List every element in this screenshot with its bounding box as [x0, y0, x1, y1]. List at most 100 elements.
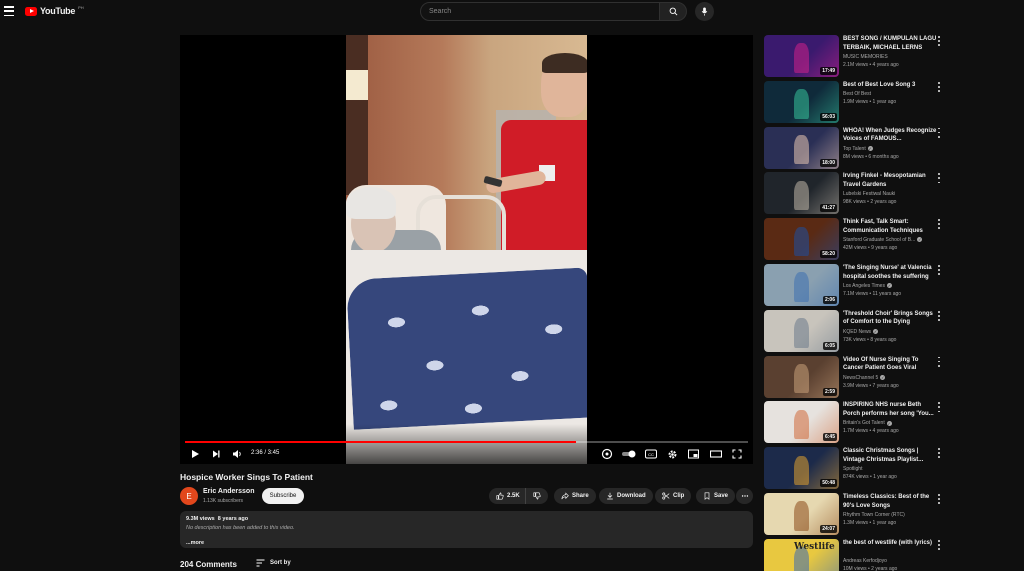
theater-mode-button[interactable]	[710, 448, 722, 460]
recommended-video[interactable]: 17:49 BEST SONG / KUMPULAN LAGU TERBAIK,…	[764, 35, 944, 77]
recommended-channel-name[interactable]: Lubelski Festiwal Nauki	[843, 191, 895, 197]
channel-avatar[interactable]: E	[180, 487, 198, 505]
recommended-video-title[interactable]: Timeless Classics: Best of the 90's Love…	[843, 493, 937, 510]
recommended-video-title[interactable]: 'Threshold Choir' Brings Songs of Comfor…	[843, 310, 937, 327]
more-vertical-icon[interactable]	[936, 539, 942, 550]
recommended-video-title[interactable]: Think Fast, Talk Smart: Communication Te…	[843, 218, 937, 235]
recommended-video[interactable]: 41:27 Irving Finkel - Mesopotamian Trave…	[764, 172, 944, 215]
play-button[interactable]	[190, 448, 200, 460]
progress-bar[interactable]	[185, 441, 748, 443]
more-vertical-icon[interactable]	[936, 310, 942, 321]
subscribe-button[interactable]: Subscribe	[262, 488, 304, 504]
recommended-channel-name[interactable]: Andreas Kerfodjoyo	[843, 558, 887, 564]
recommended-video[interactable]: 24:07 Timeless Classics: Best of the 90'…	[764, 493, 944, 535]
dislike-button[interactable]	[525, 488, 548, 504]
miniplayer-button[interactable]	[688, 448, 699, 460]
recommended-channel-name[interactable]: Rhythm Town Corner (RTC)	[843, 512, 905, 518]
clip-label: Clip	[673, 493, 685, 499]
video-thumbnail[interactable]: 24:07	[764, 493, 839, 535]
search-button[interactable]	[659, 2, 687, 21]
fullscreen-button[interactable]	[732, 448, 742, 460]
menu-icon[interactable]	[4, 6, 14, 16]
recommended-video-title[interactable]: INSPIRING NHS nurse Beth Porch performs …	[843, 401, 937, 418]
more-vertical-icon[interactable]	[936, 494, 942, 504]
video-thumbnail[interactable]: 2:59	[764, 355, 839, 398]
more-vertical-icon[interactable]	[936, 265, 942, 275]
voice-search-button[interactable]	[695, 2, 714, 21]
channel-label: Britain's Got Talent	[843, 420, 885, 427]
more-vertical-icon[interactable]	[936, 173, 942, 184]
recommended-video[interactable]: 2:59 Video Of Nurse Singing To Cancer Pa…	[764, 355, 944, 398]
youtube-logo[interactable]: YouTube PH	[25, 5, 84, 16]
view-count: 874K views	[843, 474, 869, 481]
more-vertical-icon[interactable]	[936, 356, 942, 367]
show-more-link[interactable]: ...more	[186, 540, 204, 546]
recommended-video[interactable]: 58:20 Think Fast, Talk Smart: Communicat…	[764, 218, 944, 261]
recommended-channel-name[interactable]: Los Angeles Times ✓	[843, 283, 892, 289]
volume-icon	[233, 450, 241, 458]
recommended-channel-name[interactable]: MUSIC MEMORIES	[843, 54, 888, 60]
like-button[interactable]: 2.5K	[489, 488, 526, 504]
channel-name[interactable]: Eric Andersson	[203, 488, 254, 495]
recommended-channel-name[interactable]: Top Talent ✓	[843, 146, 873, 152]
video-thumbnail[interactable]: 58:20	[764, 218, 839, 261]
recommended-video-title[interactable]: WHOA! When Judges Recognize Voices of FA…	[843, 127, 937, 144]
captions-button[interactable]: CC	[645, 448, 657, 460]
more-vertical-icon[interactable]	[936, 36, 942, 46]
recommended-channel-name[interactable]: NewsChannel 5 ✓	[843, 375, 886, 381]
recommended-video-title[interactable]: Irving Finkel - Mesopotamian Travel Gard…	[843, 172, 937, 189]
recommended-video-title[interactable]: BEST SONG / KUMPULAN LAGU TERBAIK, MICHA…	[843, 35, 937, 52]
video-player[interactable]: 2:36 / 3:45 CC	[180, 35, 753, 464]
more-vertical-icon[interactable]	[936, 127, 942, 138]
recommended-video-title[interactable]: the best of westlife (with lyrics)	[843, 539, 937, 548]
recommended-video[interactable]: 56:03 Best of Best Love Song 3 Best Of B…	[764, 80, 944, 123]
sort-comments-button[interactable]: Sort by	[256, 559, 291, 567]
recommended-channel-name[interactable]: KQED News ✓	[843, 328, 879, 335]
video-thumbnail[interactable]: 6:45	[764, 401, 839, 444]
more-actions-button[interactable]	[736, 488, 753, 504]
upload-age: 6 months ago	[868, 153, 899, 160]
recommended-video[interactable]: 50:48 Classic Christmas Songs | Vintage …	[764, 447, 944, 490]
video-thumbnail[interactable]: Westlife	[764, 538, 839, 571]
recommended-video-title[interactable]: 'The Singing Nurse' at Valencia hospital…	[843, 264, 937, 281]
recommended-channel-name[interactable]: Stanford Graduate School of B... ✓	[843, 237, 923, 243]
video-thumbnail[interactable]: 18:00	[764, 126, 839, 169]
video-thumbnail[interactable]: 2:06	[764, 264, 839, 306]
save-button[interactable]: Save	[696, 488, 736, 504]
settings-button[interactable]	[667, 448, 678, 460]
video-thumbnail[interactable]: 41:27	[764, 172, 839, 215]
recommended-channel-name[interactable]: Spotlight	[843, 466, 862, 472]
recommended-video-title[interactable]: Video Of Nurse Singing To Cancer Patient…	[843, 356, 937, 373]
recommended-channel-name[interactable]: Britain's Got Talent ✓	[843, 420, 892, 426]
recommended-video-title[interactable]: Classic Christmas Songs | Vintage Christ…	[843, 447, 937, 464]
more-vertical-icon[interactable]	[936, 448, 942, 459]
description-text: No description has been added to this vi…	[186, 525, 295, 531]
share-button[interactable]: Share	[554, 488, 596, 504]
autoplay-toggle[interactable]	[621, 448, 637, 460]
more-vertical-icon[interactable]	[936, 81, 942, 92]
more-vertical-icon[interactable]	[936, 402, 942, 413]
thumbs-up-icon	[496, 492, 504, 500]
video-thumbnail[interactable]: 56:03	[764, 80, 839, 123]
miniplayer-autoplay-button[interactable]	[601, 448, 613, 460]
clip-button[interactable]: Clip	[655, 488, 692, 504]
channel-label: KQED News	[843, 328, 872, 335]
recommended-video[interactable]: Westlife the best of westlife (with lyri…	[764, 538, 944, 571]
next-button[interactable]	[211, 448, 221, 460]
download-button[interactable]: Download	[599, 488, 653, 504]
recommended-video[interactable]: 2:06 'The Singing Nurse' at Valencia hos…	[764, 264, 944, 306]
description-box[interactable]: 9.3M views 8 years ago No description ha…	[180, 511, 753, 548]
search-input[interactable]: Search	[420, 2, 660, 21]
recommended-video-title[interactable]: Best of Best Love Song 3	[843, 81, 937, 90]
upload-age: 2 years ago	[871, 565, 898, 571]
volume-button[interactable]	[232, 448, 243, 460]
recommended-video[interactable]: 18:00 WHOA! When Judges Recognize Voices…	[764, 126, 944, 169]
recommended-video[interactable]: 6:05 'Threshold Choir' Brings Songs of C…	[764, 309, 944, 352]
recommended-channel-name[interactable]: Best Of Best	[843, 91, 871, 97]
microphone-icon	[701, 7, 708, 16]
video-thumbnail[interactable]: 17:49	[764, 35, 839, 77]
recommended-video[interactable]: 6:45 INSPIRING NHS nurse Beth Porch perf…	[764, 401, 944, 444]
more-vertical-icon[interactable]	[936, 219, 942, 230]
video-thumbnail[interactable]: 50:48	[764, 447, 839, 490]
video-thumbnail[interactable]: 6:05	[764, 309, 839, 352]
